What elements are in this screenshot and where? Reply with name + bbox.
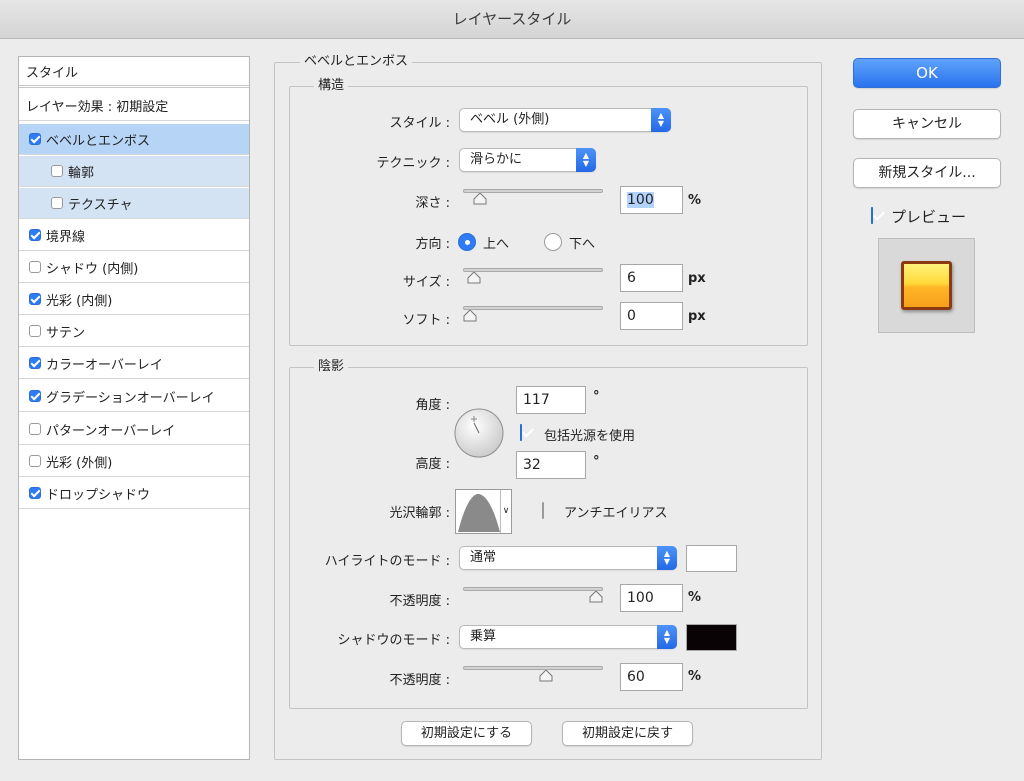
shadow-opacity-unit: % [688,669,702,684]
gradient-overlay-checkbox[interactable] [29,390,41,402]
gloss-contour-picker[interactable]: ∨ [455,489,512,534]
inner-shadow-checkbox[interactable] [29,261,41,273]
reset-default-button[interactable]: 初期設定に戻す [562,721,693,746]
size-unit: px [688,271,706,286]
size-slider-thumb[interactable] [467,272,481,284]
sidebar-item-outer-glow[interactable]: 光彩 (外側) [19,446,249,477]
cancel-button[interactable]: キャンセル [853,109,1001,139]
altitude-label: 高度 : [415,457,450,472]
new-style-button[interactable]: 新規スタイル... [853,158,1001,188]
window-title: レイヤースタイル [0,0,1024,39]
size-label: サイズ : [402,275,450,290]
preview-swatch [901,261,952,310]
structure-title: 構造 [314,79,349,93]
chevron-updown-icon: ▲ ▼ [651,108,671,132]
shadow-opacity-slider[interactable] [463,666,603,670]
sidebar-item-bevel-emboss[interactable]: ベベルとエンボス [19,124,249,155]
drop-shadow-checkbox[interactable] [29,487,41,499]
antialias-label: アンチエイリアス [564,506,668,521]
highlight-opacity-unit: % [688,590,702,605]
sidebar-item-inner-shadow[interactable]: シャドウ (内側) [19,252,249,283]
preview-label: プレビュー [891,208,967,226]
altitude-unit: ° [593,454,600,469]
color-overlay-checkbox[interactable] [29,357,41,369]
shadow-color-swatch[interactable] [686,624,737,651]
preview-thumbnail [878,238,975,333]
ok-button[interactable]: OK [853,58,1001,88]
antialias-checkbox[interactable] [542,502,544,519]
texture-checkbox[interactable] [51,197,63,209]
chevron-updown-icon: ▲ ▼ [657,546,677,570]
altitude-input[interactable]: 32 [516,451,586,479]
direction-down-radio[interactable] [544,233,562,251]
depth-input[interactable]: 100 [620,186,683,214]
soften-slider[interactable] [463,306,603,310]
direction-up-label: 上へ [483,237,510,252]
bevel-emboss-checkbox[interactable] [29,133,41,145]
angle-unit: ° [593,389,600,404]
contour-curve-icon [458,494,500,532]
satin-checkbox[interactable] [29,325,41,337]
shadow-mode-select[interactable]: 乗算 ▲ ▼ [459,625,677,649]
outer-glow-checkbox[interactable] [29,455,41,467]
bevel-style-select[interactable]: ベベル (外側) ▲ ▼ [459,108,671,132]
sidebar-item-stroke[interactable]: 境界線 [19,220,249,251]
bevel-emboss-title: ベベルとエンボス [300,55,413,69]
direction-down-label: 下へ [569,237,596,252]
highlight-opacity-slider-thumb[interactable] [589,591,603,603]
make-default-button[interactable]: 初期設定にする [401,721,532,746]
angle-dial[interactable] [453,407,505,459]
contour-checkbox[interactable] [51,165,63,177]
soften-slider-thumb[interactable] [463,310,477,322]
shading-title: 陰影 [314,360,349,374]
shadow-opacity-label: 不透明度 : [389,673,450,688]
sidebar-item-texture[interactable]: テクスチャ [19,188,249,219]
angle-input[interactable]: 117 [516,386,586,414]
chevron-updown-icon: ▲ ▼ [576,148,596,172]
global-light-checkbox[interactable] [520,424,522,441]
highlight-opacity-slider[interactable] [463,587,603,591]
depth-unit: % [688,193,702,208]
style-label: スタイル : [389,116,450,131]
style-list: スタイル レイヤー効果 : 初期設定 ベベルとエンボス 輪郭 テクスチャ 境界線… [18,56,250,760]
size-slider[interactable] [463,268,603,272]
shadow-mode-label: シャドウのモード : [337,633,450,648]
angle-label: 角度 : [415,398,450,413]
highlight-opacity-input[interactable]: 100 [620,584,683,612]
chevron-updown-icon: ▲ ▼ [657,625,677,649]
chevron-down-icon[interactable]: ∨ [500,490,511,533]
sidebar-item-pattern-overlay[interactable]: パターンオーバーレイ [19,414,249,445]
depth-slider-thumb[interactable] [473,193,487,205]
soften-label: ソフト : [402,313,450,328]
pattern-overlay-checkbox[interactable] [29,423,41,435]
sidebar-item-gradient-overlay[interactable]: グラデーションオーバーレイ [19,381,249,412]
sidebar-item-satin[interactable]: サテン [19,316,249,347]
soften-input[interactable]: 0 [620,302,683,330]
soften-unit: px [688,309,706,324]
direction-up-radio[interactable] [458,233,476,251]
style-list-header[interactable]: スタイル [19,57,249,88]
blending-options-item[interactable]: レイヤー効果 : 初期設定 [19,90,249,121]
stroke-checkbox[interactable] [29,229,41,241]
shading-group [289,367,808,709]
highlight-color-swatch[interactable] [686,545,737,572]
gloss-contour-label: 光沢輪郭 : [389,506,450,521]
size-input[interactable]: 6 [620,264,683,292]
sidebar-item-contour[interactable]: 輪郭 [19,156,249,187]
highlight-mode-select[interactable]: 通常 ▲ ▼ [459,546,677,570]
inner-glow-checkbox[interactable] [29,293,41,305]
shadow-opacity-input[interactable]: 60 [620,663,683,691]
shadow-opacity-slider-thumb[interactable] [539,670,553,682]
direction-label: 方向 : [415,237,450,252]
global-light-label: 包括光源を使用 [544,429,636,444]
highlight-mode-label: ハイライトのモード : [324,554,450,569]
sidebar-item-drop-shadow[interactable]: ドロップシャドウ [19,478,249,509]
sidebar-item-color-overlay[interactable]: カラーオーバーレイ [19,348,249,379]
sidebar-item-inner-glow[interactable]: 光彩 (内側) [19,284,249,315]
depth-label: 深さ : [415,196,450,211]
technique-label: テクニック : [376,156,450,171]
preview-checkbox[interactable] [871,207,873,224]
highlight-opacity-label: 不透明度 : [389,594,450,609]
technique-select[interactable]: 滑らかに ▲ ▼ [459,148,596,172]
